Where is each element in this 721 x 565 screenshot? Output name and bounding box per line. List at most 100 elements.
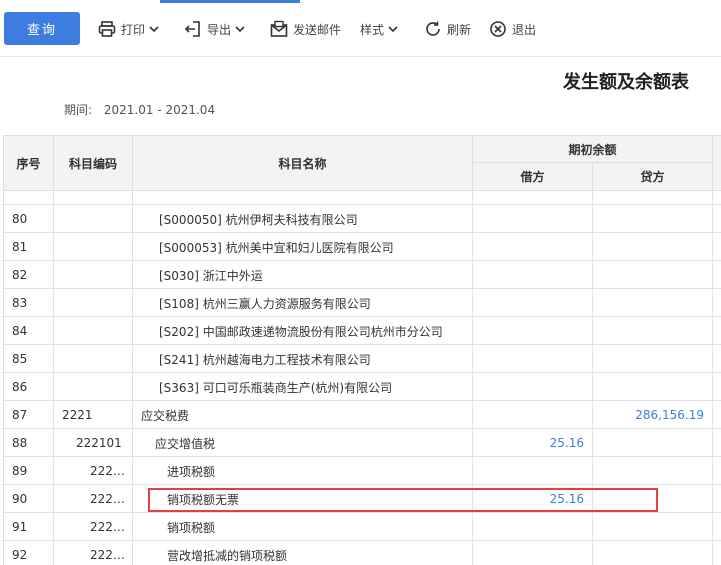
exit-button[interactable]: 退出	[489, 16, 536, 42]
row-credit	[593, 261, 713, 289]
print-label: 打印	[121, 22, 146, 37]
row-debit	[473, 457, 593, 485]
row-credit	[593, 457, 713, 485]
table-row[interactable]: 91 222… 销项税额	[4, 513, 721, 541]
row-code: 222…	[54, 457, 133, 485]
export-button[interactable]: 导出	[184, 16, 245, 42]
row-debit: 25.16	[473, 429, 593, 457]
row-name: [S363] 可口可乐瓶装商生产(杭州)有限公司	[133, 373, 473, 401]
table-row-partial	[4, 191, 721, 205]
row-seq: 84	[4, 317, 54, 345]
table-row[interactable]: 82 [S030] 浙江中外运	[4, 261, 721, 289]
row-credit	[593, 373, 713, 401]
toolbar: 查询 打印 导出 发送邮件 样式 刷新 退出	[0, 0, 721, 57]
row-code: 2221	[54, 401, 133, 429]
table-row[interactable]: 85 [S241] 杭州越海电力工程技术有限公司	[4, 345, 721, 373]
row-credit	[593, 345, 713, 373]
row-credit	[593, 429, 713, 457]
header-credit: 贷方	[593, 163, 713, 191]
row-code	[54, 261, 133, 289]
refresh-label: 刷新	[447, 22, 472, 37]
header-debit: 借方	[473, 163, 593, 191]
header-name: 科目名称	[133, 136, 473, 191]
row-debit	[473, 345, 593, 373]
exit-label: 退出	[512, 22, 537, 37]
row-credit	[593, 289, 713, 317]
row-code	[54, 205, 133, 233]
period: 期间: 2021.01 - 2021.04	[64, 101, 223, 118]
print-button[interactable]: 打印	[98, 16, 159, 42]
row-seq: 83	[4, 289, 54, 317]
table-row[interactable]: 84 [S202] 中国邮政速递物流股份有限公司杭州市分公司	[4, 317, 721, 345]
period-label: 期间:	[64, 103, 93, 117]
row-seq: 82	[4, 261, 54, 289]
chevron-down-icon	[149, 24, 159, 34]
row-debit	[473, 541, 593, 565]
table-row[interactable]: 86 [S363] 可口可乐瓶装商生产(杭州)有限公司	[4, 373, 721, 401]
query-button[interactable]: 查询	[4, 12, 80, 45]
row-name: [S000050] 杭州伊柯夫科技有限公司	[133, 205, 473, 233]
report-title: 发生额及余额表	[563, 72, 689, 93]
row-seq: 92	[4, 541, 54, 565]
row-credit: 286,156.19	[593, 401, 713, 429]
active-tab-indicator	[160, 0, 300, 3]
table-row[interactable]: 88 222101 应交增值税 25.16	[4, 429, 721, 457]
style-button[interactable]: 样式	[360, 16, 398, 42]
row-debit	[473, 205, 593, 233]
row-name: 应交税费	[133, 401, 473, 429]
header-opening-balance: 期初余额	[473, 136, 713, 163]
row-name: 进项税额	[133, 457, 473, 485]
send-mail-label: 发送邮件	[293, 22, 342, 37]
row-debit	[473, 261, 593, 289]
row-code: 222…	[54, 485, 133, 513]
row-credit	[593, 541, 713, 565]
row-credit	[593, 233, 713, 261]
row-code: 222101	[54, 429, 133, 457]
row-debit	[473, 289, 593, 317]
row-seq: 80	[4, 205, 54, 233]
export-icon	[184, 20, 202, 38]
table-row[interactable]: 81 [S000053] 杭州美中宜和妇儿医院有限公司	[4, 233, 721, 261]
row-seq: 86	[4, 373, 54, 401]
send-mail-button[interactable]: 发送邮件	[270, 16, 341, 42]
row-debit	[473, 317, 593, 345]
style-label: 样式	[360, 22, 385, 37]
chevron-down-icon	[235, 24, 245, 34]
row-debit	[473, 373, 593, 401]
refresh-icon	[424, 20, 442, 38]
row-seq: 89	[4, 457, 54, 485]
row-seq: 87	[4, 401, 54, 429]
table-row[interactable]: 80 [S000050] 杭州伊柯夫科技有限公司	[4, 205, 721, 233]
row-name: 销项税额	[133, 513, 473, 541]
row-seq: 90	[4, 485, 54, 513]
table-row[interactable]: 92 222… 营改增抵减的销项税额	[4, 541, 721, 565]
header-next-column	[713, 136, 721, 191]
row-seq: 88	[4, 429, 54, 457]
row-seq: 85	[4, 345, 54, 373]
chevron-down-icon	[388, 24, 398, 34]
table-row[interactable]: 87 2221 应交税费 286,156.19	[4, 401, 721, 429]
row-debit	[473, 401, 593, 429]
table-row[interactable]: 89 222… 进项税额	[4, 457, 721, 485]
period-value: 2021.01 - 2021.04	[103, 103, 216, 117]
row-code: 222…	[54, 541, 133, 565]
row-name: [S000053] 杭州美中宜和妇儿医院有限公司	[133, 233, 473, 261]
row-code	[54, 317, 133, 345]
row-name: [S202] 中国邮政速递物流股份有限公司杭州市分公司	[133, 317, 473, 345]
table-row[interactable]: 83 [S108] 杭州三赢人力资源服务有限公司	[4, 289, 721, 317]
row-debit	[473, 513, 593, 541]
row-credit	[593, 513, 713, 541]
row-debit	[473, 233, 593, 261]
row-name: 营改增抵减的销项税额	[133, 541, 473, 565]
row-credit	[593, 317, 713, 345]
highlight-box	[148, 488, 658, 512]
row-code	[54, 233, 133, 261]
export-label: 导出	[207, 22, 232, 37]
row-code	[54, 345, 133, 373]
row-code	[54, 373, 133, 401]
printer-icon	[98, 20, 116, 38]
refresh-button[interactable]: 刷新	[424, 16, 471, 42]
close-circle-icon	[489, 20, 507, 38]
row-seq: 81	[4, 233, 54, 261]
header-seq: 序号	[4, 136, 54, 191]
